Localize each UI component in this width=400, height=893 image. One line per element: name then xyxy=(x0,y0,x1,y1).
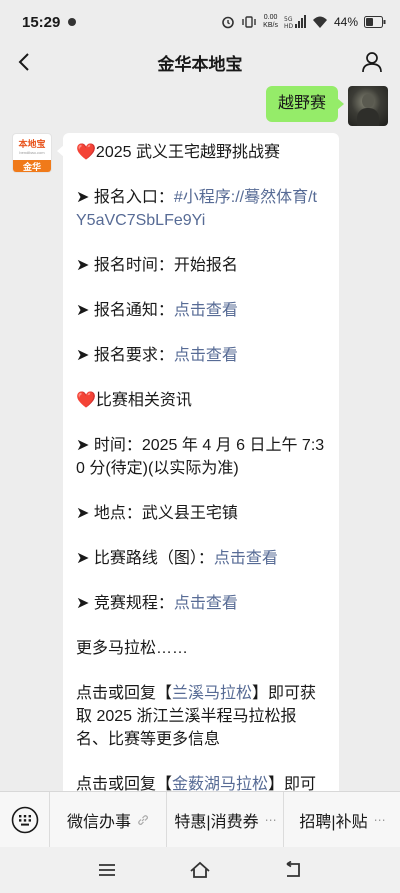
nav-back-button[interactable] xyxy=(278,855,308,885)
back-arrow-icon xyxy=(18,53,29,71)
chat-area[interactable]: 越野赛 本地宝 bendibao.com 金华 ❤️2025 武义王宅越野挑战赛… xyxy=(0,80,400,791)
race-route: ➤ 比赛路线（图）：点击查看 xyxy=(76,547,327,570)
battery-icon xyxy=(364,16,386,28)
logo-top: 本地宝 bendibao.com xyxy=(13,134,51,160)
vibrate-icon xyxy=(242,16,256,28)
reply-jinsou-suffix: 】即可 xyxy=(268,776,317,791)
info-title-text: 比赛相关资讯 xyxy=(95,392,192,409)
signup-entry: ➤ 报名入口：#小程序://蓦然体育/tY5aVC7SbLFe9Yi xyxy=(76,186,327,232)
user-icon xyxy=(362,52,382,73)
reply-jinsou-link[interactable]: 金薮湖马拉松 xyxy=(172,776,268,791)
menu-jobs-subsidy[interactable]: 招聘|补贴 ⋯ xyxy=(284,792,400,848)
svg-text:5G: 5G xyxy=(284,16,293,23)
reply-jinsou: 点击或回复【金薮湖马拉松】即可 xyxy=(76,773,327,791)
title-bar: 金华本地宝 xyxy=(0,44,400,80)
net-speed-value: 0.00 xyxy=(263,14,278,21)
nav-menu-button[interactable] xyxy=(92,855,122,885)
status-icons: 0.00 KB/s 5G HD 44% xyxy=(221,14,386,30)
logo-url: bendibao.com xyxy=(19,149,45,155)
more-dots-icon: ⋯ xyxy=(373,812,386,827)
more-dots-icon: ⋯ xyxy=(264,812,277,827)
race-place: ➤ 地点：武义县王宅镇 xyxy=(76,505,238,522)
menu-wechat-services[interactable]: 微信办事 xyxy=(50,791,167,848)
race-time: ➤ 时间：2025 年 4 月 6 日上午 7:30 分(待定)(以实际为准) xyxy=(76,437,325,477)
battery-percent: 44% xyxy=(333,15,358,29)
signup-notice-label: ➤ 报名通知： xyxy=(76,302,174,319)
bot-avatar[interactable]: 本地宝 bendibao.com 金华 xyxy=(12,133,52,173)
signal-icon: 5GHD xyxy=(284,15,306,29)
wifi-icon xyxy=(312,16,327,28)
keyboard-icon xyxy=(11,806,38,833)
bottom-menu: 微信办事 特惠|消费券 ⋯ 招聘|补贴 ⋯ xyxy=(0,791,400,848)
menu-jobs-subsidy-label: 招聘|补贴 xyxy=(299,813,368,831)
page-title: 金华本地宝 xyxy=(157,54,243,74)
home-icon xyxy=(190,861,210,878)
svg-text:HD: HD xyxy=(284,23,294,29)
signup-notice: ➤ 报名通知：点击查看 xyxy=(76,299,327,322)
back-button[interactable] xyxy=(8,46,40,78)
menu-wechat-services-label: 微信办事 xyxy=(66,813,131,831)
signup-time: ➤ 报名时间：开始报名 xyxy=(76,257,238,274)
system-nav-bar xyxy=(0,847,400,893)
rules-label: ➤ 竞赛规程： xyxy=(76,595,174,612)
status-bar: 15:29 0.00 KB/s 5G HD 44% xyxy=(0,0,400,44)
reply-lanxi-link[interactable]: 兰溪马拉松 xyxy=(172,685,252,702)
reply-jinsou-prefix: 点击或回复【 xyxy=(76,776,173,791)
reply-lanxi: 点击或回复【兰溪马拉松】即可获取 2025 浙江兰溪半程马拉松报名、比赛等更多信… xyxy=(76,682,327,751)
alarm-icon xyxy=(222,16,234,29)
profile-button[interactable] xyxy=(356,46,388,78)
back-icon xyxy=(286,861,301,877)
signup-requirements: ➤ 报名要求：点击查看 xyxy=(76,344,327,367)
nav-home-button[interactable] xyxy=(185,855,215,885)
race-rules: ➤ 竞赛规程：点击查看 xyxy=(76,592,327,615)
route-label: ➤ 比赛路线（图）： xyxy=(76,550,214,567)
route-link[interactable]: 点击查看 xyxy=(214,550,278,567)
more-marathon: 更多马拉松…… xyxy=(76,640,189,657)
net-speed: 0.00 KB/s xyxy=(263,14,278,30)
keyboard-button[interactable] xyxy=(0,791,50,848)
net-speed-unit: KB/s xyxy=(263,22,278,29)
sent-message-bubble[interactable]: 越野赛 xyxy=(265,86,345,122)
menu-discount-coupon-label: 特惠|消费券 xyxy=(174,813,259,831)
signup-req-label: ➤ 报名要求： xyxy=(76,347,174,364)
signup-notice-link[interactable]: 点击查看 xyxy=(174,302,238,319)
menu-icon xyxy=(98,864,115,876)
heart-icon: ❤️ xyxy=(76,144,96,161)
heart-icon: ❤️ xyxy=(76,392,96,409)
my-avatar[interactable] xyxy=(348,86,388,126)
signup-entry-label: ➤ 报名入口： xyxy=(76,189,174,206)
rules-link[interactable]: 点击查看 xyxy=(174,595,238,612)
status-time: 15:29 xyxy=(22,13,61,31)
reply-lanxi-prefix: 点击或回复【 xyxy=(76,685,173,702)
menu-discount-coupon[interactable]: 特惠|消费券 ⋯ xyxy=(167,791,284,848)
signup-req-link[interactable]: 点击查看 xyxy=(174,347,238,364)
title-text: 2025 武义王宅越野挑战赛 xyxy=(95,144,280,161)
notification-dot-icon xyxy=(68,18,77,26)
received-message-bubble: ❤️2025 武义王宅越野挑战赛 ➤ 报名入口：#小程序://蓦然体育/tY5a… xyxy=(57,133,339,791)
logo-city: 金华 xyxy=(13,160,51,172)
message-title: ❤️2025 武义王宅越野挑战赛 xyxy=(76,141,327,164)
info-title: ❤️比赛相关资讯 xyxy=(76,389,327,412)
logo-mark: 本地宝 xyxy=(18,139,46,150)
sent-message-row: 越野赛 xyxy=(265,86,388,126)
link-icon xyxy=(138,814,148,825)
